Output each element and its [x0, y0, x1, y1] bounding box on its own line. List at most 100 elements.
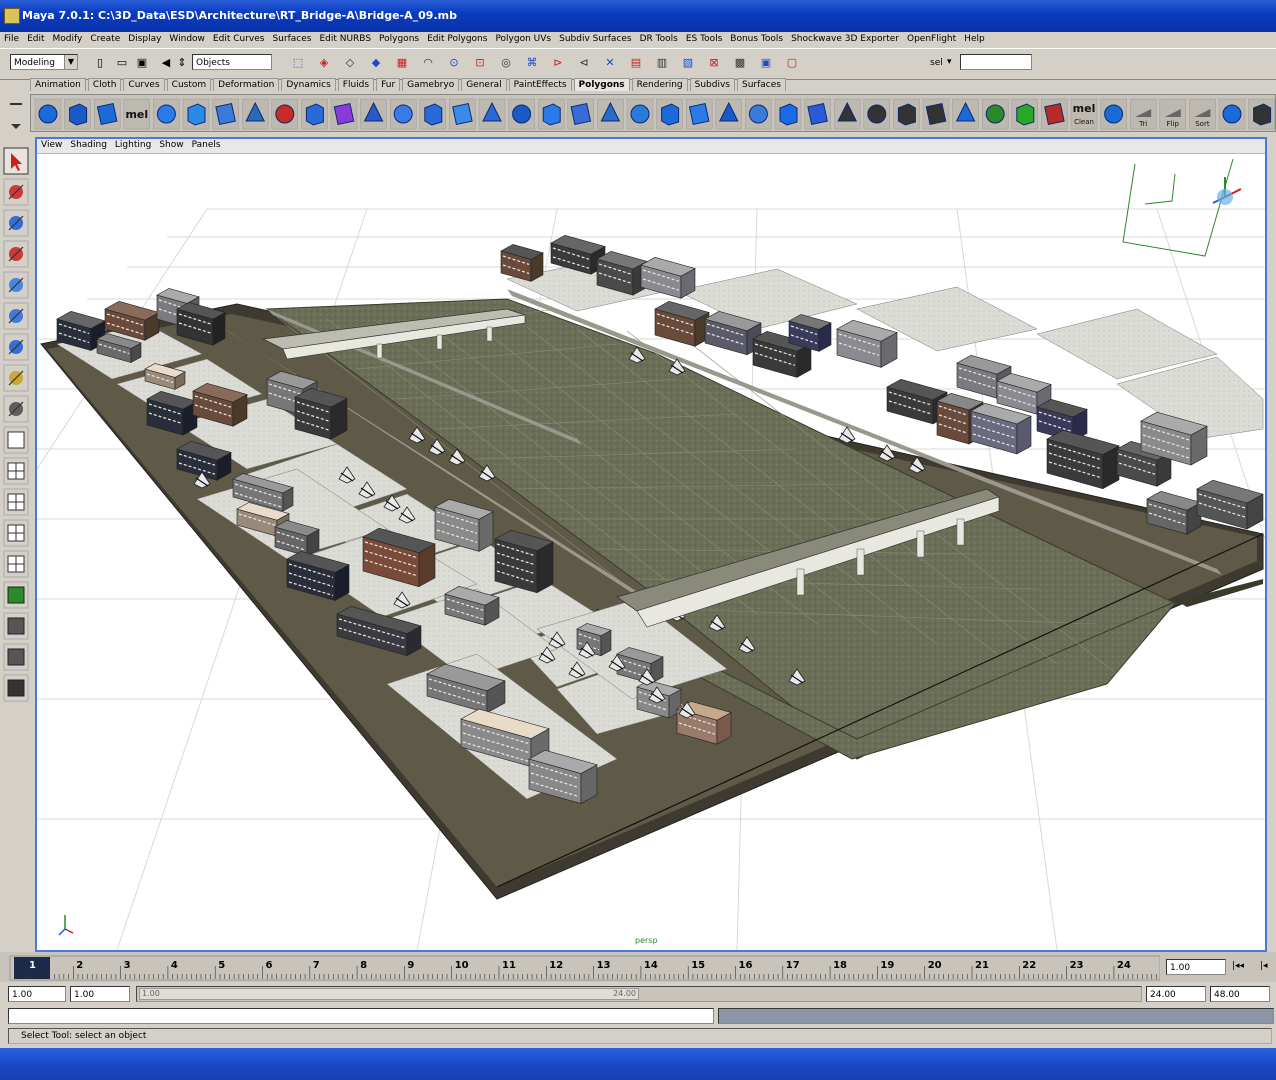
blue-cube-icon[interactable] — [1100, 98, 1127, 130]
poly-torus-icon[interactable] — [212, 98, 239, 130]
plugin-icon[interactable] — [893, 98, 920, 130]
layout-text-icon[interactable] — [3, 581, 29, 609]
range-bar[interactable]: 1.00 24.00 — [136, 986, 1142, 1002]
panel-menu-view[interactable]: View — [37, 139, 66, 151]
render-settings-icon[interactable]: ▣ — [758, 55, 774, 71]
menu-set-dropdown[interactable]: Modeling ▼ — [10, 54, 78, 70]
new-scene-icon[interactable]: ▯ — [92, 55, 108, 71]
layout-single-icon[interactable] — [3, 426, 29, 454]
poly-plane-icon[interactable] — [182, 98, 210, 130]
selection-mode-dropdown[interactable]: Objects — [192, 54, 272, 70]
split-polygon-icon[interactable] — [449, 98, 476, 130]
cylindrical-map-icon[interactable] — [745, 98, 772, 130]
shelf-tab-curves[interactable]: Curves — [123, 78, 165, 91]
shelf-tab-surfaces[interactable]: Surfaces — [737, 78, 786, 91]
scale-tool-icon[interactable] — [3, 302, 29, 330]
poly-pipe-icon[interactable] — [241, 98, 269, 130]
checker-edit-icon[interactable] — [922, 98, 950, 130]
range-handle[interactable]: 1.00 24.00 — [139, 988, 639, 1000]
menu-surfaces[interactable]: Surfaces — [268, 32, 315, 46]
open-scene-icon[interactable]: ▭ — [114, 55, 130, 71]
gear-icon[interactable] — [863, 98, 891, 130]
shelf-tab-rendering[interactable]: Rendering — [631, 78, 688, 91]
start-time-field[interactable]: 1.00 — [8, 986, 66, 1002]
snap-point-icon[interactable]: ⊙ — [446, 55, 462, 71]
shelf-tab-subdivs[interactable]: Subdivs — [689, 78, 735, 91]
selection-mode-icon[interactable]: ⇕ — [174, 55, 190, 71]
end-time-field[interactable]: 48.00 — [1210, 986, 1270, 1002]
menu-modify[interactable]: Modify — [49, 32, 87, 46]
shelf-tab-dynamics[interactable]: Dynamics — [281, 78, 336, 91]
shelf-tab-deformation[interactable]: Deformation — [213, 78, 280, 91]
menu-create[interactable]: Create — [86, 32, 124, 46]
shelf-tab-polygons[interactable]: Polygons — [573, 78, 630, 91]
show-manipulator-icon[interactable] — [3, 395, 29, 423]
mel-script-icon[interactable]: mel — [123, 98, 151, 130]
save-scene-icon[interactable]: ▣ — [134, 55, 150, 71]
menu-subdiv-surfaces[interactable]: Subdiv Surfaces — [555, 32, 636, 46]
bevel-icon[interactable] — [478, 98, 506, 130]
key-icon[interactable] — [981, 98, 1009, 130]
hypershade-icon[interactable]: ▢ — [784, 55, 800, 71]
smooth-icon[interactable] — [330, 98, 358, 130]
shelf-tab-painteffects[interactable]: PaintEffects — [508, 78, 572, 91]
render-icon[interactable]: ⊳ — [550, 55, 566, 71]
checker-icon[interactable] — [833, 98, 861, 130]
make-live-icon[interactable]: ◎ — [498, 55, 514, 71]
ipr-render-icon[interactable]: ▩ — [732, 55, 748, 71]
snap-grid-icon[interactable]: ▦ — [394, 55, 410, 71]
select-component-icon[interactable]: ◇ — [342, 55, 358, 71]
cut-faces-icon[interactable] — [567, 98, 595, 130]
reverse-icon[interactable] — [685, 98, 713, 130]
separate-icon[interactable] — [301, 98, 328, 130]
mel-clean-icon[interactable]: mel Clean — [1070, 98, 1098, 130]
shelf-menu-icon[interactable] — [8, 100, 24, 130]
panel-menu-lighting[interactable]: Lighting — [111, 139, 155, 151]
menu-polygon-uvs[interactable]: Polygon UVs — [491, 32, 555, 46]
spherical-map-icon[interactable] — [774, 98, 802, 130]
playback-end-field[interactable]: 24.00 — [1146, 986, 1206, 1002]
step-back-key-icon[interactable]: |◂◂ — [1232, 961, 1244, 971]
shrink-icon[interactable] — [952, 98, 979, 130]
uv-editor-icon[interactable] — [804, 98, 831, 130]
layout-four-icon[interactable] — [3, 457, 29, 485]
rotate-tool-icon[interactable] — [3, 271, 29, 299]
select-hierarchy-icon[interactable]: ⬚ — [290, 55, 306, 71]
move-tool-icon[interactable] — [3, 240, 29, 268]
select-tool-icon[interactable] — [3, 147, 29, 175]
layout-hypershade-icon[interactable] — [3, 550, 29, 578]
subdivide-icon[interactable] — [597, 98, 624, 130]
mel-command-input[interactable] — [8, 1008, 714, 1024]
menu-edit-polygons[interactable]: Edit Polygons — [423, 32, 491, 46]
shelf-tab-fluids[interactable]: Fluids — [337, 78, 375, 91]
triangulate-icon[interactable] — [626, 98, 654, 130]
checker-2-icon[interactable] — [1248, 98, 1275, 130]
menu-edit-nurbs[interactable]: Edit NURBS — [315, 32, 375, 46]
poly-cube-icon[interactable] — [64, 98, 91, 130]
merge-vertices-icon[interactable] — [508, 98, 535, 130]
rewind-icon[interactable]: |◂ — [1260, 961, 1268, 971]
menu-shockwave-3d-exporter[interactable]: Shockwave 3D Exporter — [787, 32, 903, 46]
render-globals-icon[interactable]: ✕ — [602, 55, 618, 71]
scene-canvas[interactable] — [37, 139, 1265, 950]
layout-more-icon[interactable] — [3, 674, 29, 702]
shelf-tab-gamebryo[interactable]: Gamebryo — [402, 78, 460, 91]
green-blob-icon[interactable] — [1011, 98, 1039, 130]
panel-menu-panels[interactable]: Panels — [188, 139, 225, 151]
construction-history-icon[interactable]: ▧ — [680, 55, 696, 71]
poly-cube-small-icon[interactable] — [1218, 98, 1246, 130]
menu-file[interactable]: File — [0, 32, 23, 46]
shelf-tab-animation[interactable]: Animation — [30, 78, 86, 91]
layout-graph-icon[interactable] — [3, 519, 29, 547]
paint-select-icon[interactable] — [3, 209, 29, 237]
playback-start-field[interactable]: 1.00 — [70, 986, 130, 1002]
select-object-icon[interactable]: ◈ — [316, 55, 332, 71]
layout-render-icon[interactable] — [3, 643, 29, 671]
menu-edit-curves[interactable]: Edit Curves — [209, 32, 269, 46]
poly-cylinder-icon[interactable] — [93, 98, 121, 130]
shelf-tab-cloth[interactable]: Cloth — [87, 78, 122, 91]
flip-icon[interactable]: Flip — [1159, 98, 1187, 130]
quick-select-input[interactable] — [960, 54, 1032, 70]
planar-map-icon[interactable] — [715, 98, 743, 130]
lasso-tool-icon[interactable] — [3, 178, 29, 206]
